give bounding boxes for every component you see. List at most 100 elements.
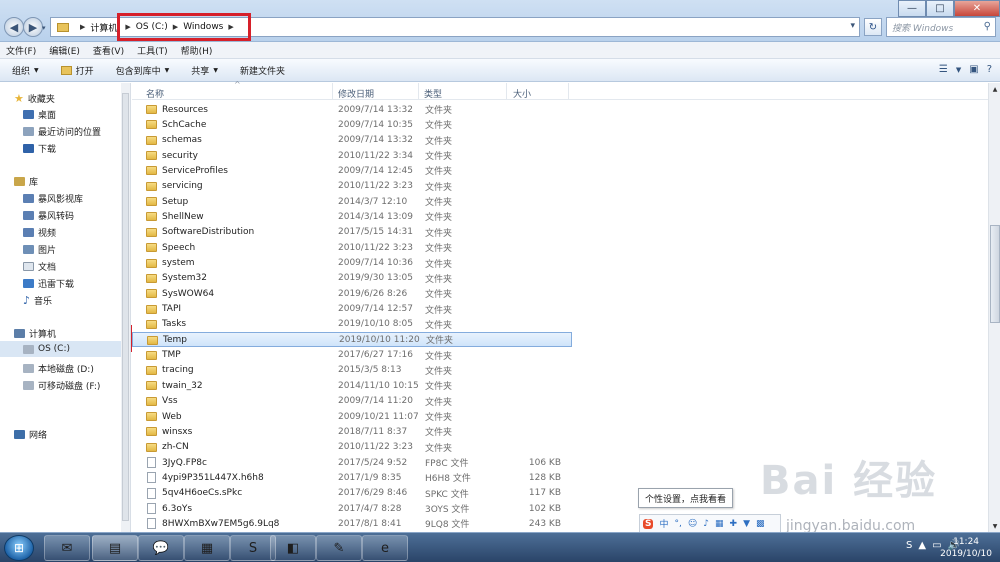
forward-button[interactable]: ▶ [23,17,43,37]
ime-punctuation-toggle[interactable]: °, [675,519,682,529]
breadcrumb-computer[interactable]: 计算机 [90,21,117,34]
column-divider[interactable] [332,83,333,100]
nav-documents[interactable]: 文档 [23,260,56,273]
taskbar-clock[interactable]: 11:24 2019/10/10 [940,536,992,560]
nav-drive-f[interactable]: 可移动磁盘 (F:) [23,379,100,392]
nav-videos[interactable]: 视频 [23,226,56,239]
column-divider[interactable] [568,83,569,100]
address-bar[interactable]: ▶ 计算机 ▶ OS (C:) ▶ Windows ▶ ▾ [50,17,860,37]
column-divider[interactable] [418,83,419,100]
column-date[interactable]: 修改日期 [338,87,374,100]
search-icon[interactable]: ⚲ [984,21,991,32]
emoji-icon[interactable]: ☺ [688,519,697,529]
table-row[interactable]: Web 2009/10/21 11:07 文件夹 [132,409,572,424]
help-icon[interactable]: ? [987,64,992,75]
view-mode-icon[interactable]: ☰ [939,64,948,75]
menu-tools[interactable]: 工具(T) [137,44,168,57]
table-row[interactable]: Speech 2010/11/22 3:23 文件夹 [132,240,572,255]
table-row[interactable]: winsxs 2018/7/11 8:37 文件夹 [132,424,572,439]
microphone-icon[interactable]: ♪ [703,519,709,529]
tray-sogou-icon[interactable]: S [906,540,912,551]
nav-music[interactable]: ♪ 音乐 [23,294,52,307]
maximize-button[interactable]: □ [926,0,954,17]
table-row[interactable]: servicing 2010/11/22 3:23 文件夹 [132,179,572,194]
chevron-right-icon[interactable]: ▶ [173,23,178,31]
chevron-down-icon[interactable]: ▼ [956,66,961,74]
toolbox-icon[interactable]: ✚ [730,519,738,529]
table-row[interactable]: security 2010/11/22 3:34 文件夹 [132,148,572,163]
table-row[interactable]: 8HWXmBXw7EM5g6.9Lq8 2017/8/1 8:41 9LQ8 文件 2… [132,516,572,531]
share-button[interactable]: 共享 ▼ [191,64,218,77]
table-row[interactable]: schemas 2009/7/14 13:32 文件夹 [132,133,572,148]
breadcrumb-windows[interactable]: Windows [183,22,223,32]
include-in-library-button[interactable]: 包含到库中 ▼ [116,64,170,77]
nav-drive-d[interactable]: 本地磁盘 (D:) [23,362,94,375]
start-button[interactable]: ⊞ [4,535,34,561]
table-row[interactable]: TAPI 2009/7/14 12:57 文件夹 [132,302,572,317]
organize-button[interactable]: 组织 ▼ [12,64,39,77]
table-row[interactable]: 5qv4H6oeCs.sPkc 2017/6/29 8:46 SPKC 文件 117 … [132,486,572,501]
search-input[interactable]: 搜索 Windows ⚲ [886,17,996,37]
menu-view[interactable]: 查看(V) [93,44,124,57]
minimize-button[interactable]: — [898,0,926,17]
close-button[interactable]: ✕ [954,0,1000,17]
taskbar-app-6[interactable]: ◧ [270,535,316,561]
taskbar-wechat[interactable]: 💬 [138,535,184,561]
table-row[interactable]: ShellNew 2014/3/14 13:09 文件夹 [132,209,572,224]
column-name[interactable]: 名称 [146,87,164,100]
nav-network[interactable]: 网络 [14,428,47,441]
nav-pictures[interactable]: 图片 [23,243,56,256]
skin-icon[interactable]: ▼ [743,519,750,529]
nav-libraries[interactable]: 库 [14,175,38,188]
new-folder-button[interactable]: 新建文件夹 [240,64,285,77]
column-type[interactable]: 类型 [424,87,442,100]
taskbar-mail-app[interactable]: ✉ [44,535,90,561]
open-button[interactable]: 打开 [60,64,94,77]
nav-desktop[interactable]: 桌面 [23,108,56,121]
taskbar-excel[interactable]: ▦ [184,535,230,561]
nav-baofeng-video[interactable]: 暴风影视库 [23,192,83,205]
table-row[interactable]: SysWOW64 2019/6/26 8:26 文件夹 [132,286,572,301]
nav-baofeng-convert[interactable]: 暴风转码 [23,209,74,222]
table-row[interactable]: Resources 2009/7/14 13:32 文件夹 [132,102,572,117]
chevron-right-icon[interactable]: ▶ [80,23,85,31]
nav-xunlei[interactable]: 迅雷下载 [23,277,74,290]
grid-menu-icon[interactable]: ▩ [756,519,765,529]
table-row[interactable]: SchCache 2009/7/14 10:35 文件夹 [132,117,572,132]
table-row[interactable]: Tasks 2019/10/10 8:05 文件夹 [132,317,572,332]
ime-mode-toggle[interactable]: 中 [659,517,668,530]
scroll-down-icon[interactable]: ▼ [989,520,1000,532]
breadcrumb-drive-c[interactable]: OS (C:) [136,22,168,32]
table-row[interactable]: tracing 2015/3/5 8:13 文件夹 [132,363,572,378]
table-row[interactable]: Vss 2009/7/14 11:20 文件夹 [132,394,572,409]
menu-file[interactable]: 文件(F) [6,44,36,57]
file-list-scrollbar-thumb[interactable] [990,225,1000,323]
nav-downloads[interactable]: 下载 [23,142,56,155]
taskbar-explorer[interactable]: ▤ [92,535,138,561]
column-size[interactable]: 大小 [513,87,531,100]
file-row-selected[interactable]: Temp 2019/10/10 11:20 文件夹 [132,332,572,348]
nav-scrollbar-thumb[interactable] [122,93,129,521]
table-row[interactable]: zh-CN 2010/11/22 3:23 文件夹 [132,440,572,455]
column-divider[interactable] [506,83,507,100]
recent-pages-dropdown[interactable]: ▾ [42,24,46,32]
chevron-right-icon[interactable]: ▶ [125,23,130,31]
table-row[interactable]: twain_32 2014/11/10 10:15 文件夹 [132,378,572,393]
history-dropdown-icon[interactable]: ▾ [850,21,855,31]
back-button[interactable]: ◀ [4,17,24,37]
table-row[interactable]: System32 2019/9/30 13:05 文件夹 [132,271,572,286]
nav-favorites[interactable]: ★ 收藏夹 [14,92,55,105]
menu-help[interactable]: 帮助(H) [181,44,213,57]
nav-drive-c[interactable]: OS (C:) [0,341,121,357]
sogou-logo-icon[interactable]: S [643,518,654,529]
file-list-scrollbar[interactable]: ▲ ▼ [988,83,1000,532]
table-row[interactable]: SoftwareDistribution 2017/5/15 14:31 文件夹 [132,225,572,240]
table-row[interactable]: Setup 2014/3/7 12:10 文件夹 [132,194,572,209]
table-row[interactable]: system 2009/7/14 10:36 文件夹 [132,256,572,271]
taskbar-paint[interactable]: ✎ [316,535,362,561]
chevron-right-icon[interactable]: ▶ [228,23,233,31]
ime-toolbar[interactable]: S 中 °, ☺ ♪ ▦ ✚ ▼ ▩ [639,514,781,533]
table-row[interactable]: 6.3oYs 2017/4/7 8:28 3OYS 文件 102 KB [132,501,572,516]
nav-computer[interactable]: 计算机 [14,327,56,340]
preview-pane-icon[interactable]: ▣ [969,64,978,75]
